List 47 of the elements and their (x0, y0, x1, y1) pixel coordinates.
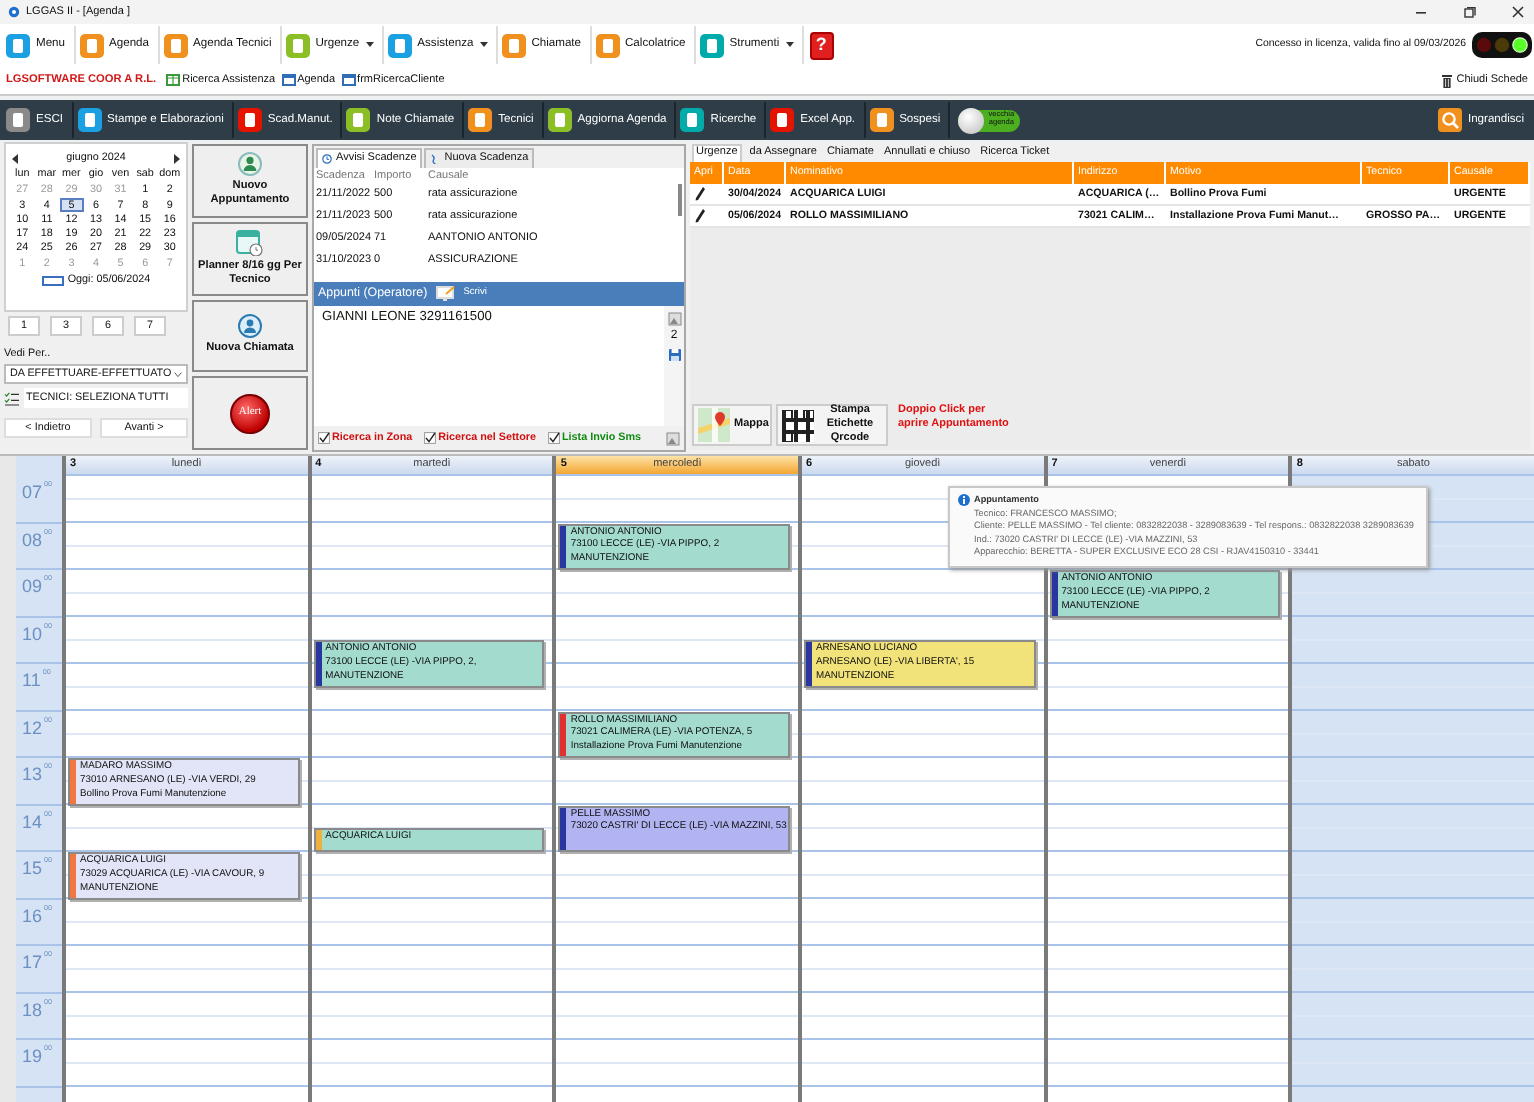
restore-icon[interactable] (1462, 6, 1478, 18)
checkbox[interactable] (548, 431, 560, 444)
person-icon (238, 152, 262, 177)
scrollbar-thumb[interactable] (678, 184, 682, 216)
caret-icon (365, 42, 374, 48)
clock-icon (322, 154, 332, 164)
checkbox[interactable] (424, 431, 437, 444)
zoom-icon (1437, 108, 1462, 132)
hour-label: 15 (22, 858, 43, 882)
today-box-icon (41, 275, 64, 286)
hour-label: 14 (22, 811, 43, 835)
hour-label: 07 (22, 482, 43, 506)
qr-code-icon (782, 409, 814, 441)
hour-label: 08 (22, 529, 43, 553)
grid-icon (166, 74, 181, 86)
close-icon[interactable] (1510, 6, 1526, 18)
hour-label: 19 (22, 1046, 43, 1070)
hour-label: 17 (22, 952, 43, 976)
hour-label: 18 (22, 999, 43, 1023)
image-icon[interactable] (667, 312, 681, 326)
traffic-light-icon (1472, 32, 1532, 58)
user-circle-icon (238, 314, 262, 339)
hour-label: 16 (22, 905, 43, 929)
save-icon[interactable] (667, 348, 681, 363)
trash-icon (1442, 73, 1453, 87)
caret-icon (785, 42, 794, 48)
image-icon[interactable] (666, 431, 680, 445)
previous-icon[interactable] (12, 154, 18, 164)
help-button[interactable]: ? (809, 31, 834, 59)
app-logo-icon (8, 6, 20, 18)
checklist-icon (4, 391, 20, 406)
chevron-icon (174, 371, 182, 378)
caret-icon (479, 42, 488, 48)
calendar-icon (341, 74, 356, 86)
hour-label: 09 (22, 576, 43, 600)
hour-label: 12 (22, 717, 43, 741)
monitor-pencil-icon (435, 286, 456, 302)
calendar-icon (281, 74, 296, 86)
hour-label: 11 (22, 670, 41, 694)
calendar-clock-icon (236, 228, 264, 257)
hour-label: 13 (22, 764, 43, 788)
next-icon[interactable] (174, 154, 180, 164)
hour-label: 10 (22, 623, 43, 647)
map-icon (698, 408, 730, 442)
minimize-icon[interactable] (1414, 6, 1430, 18)
checkbox[interactable] (318, 431, 330, 444)
info-icon (958, 494, 970, 506)
